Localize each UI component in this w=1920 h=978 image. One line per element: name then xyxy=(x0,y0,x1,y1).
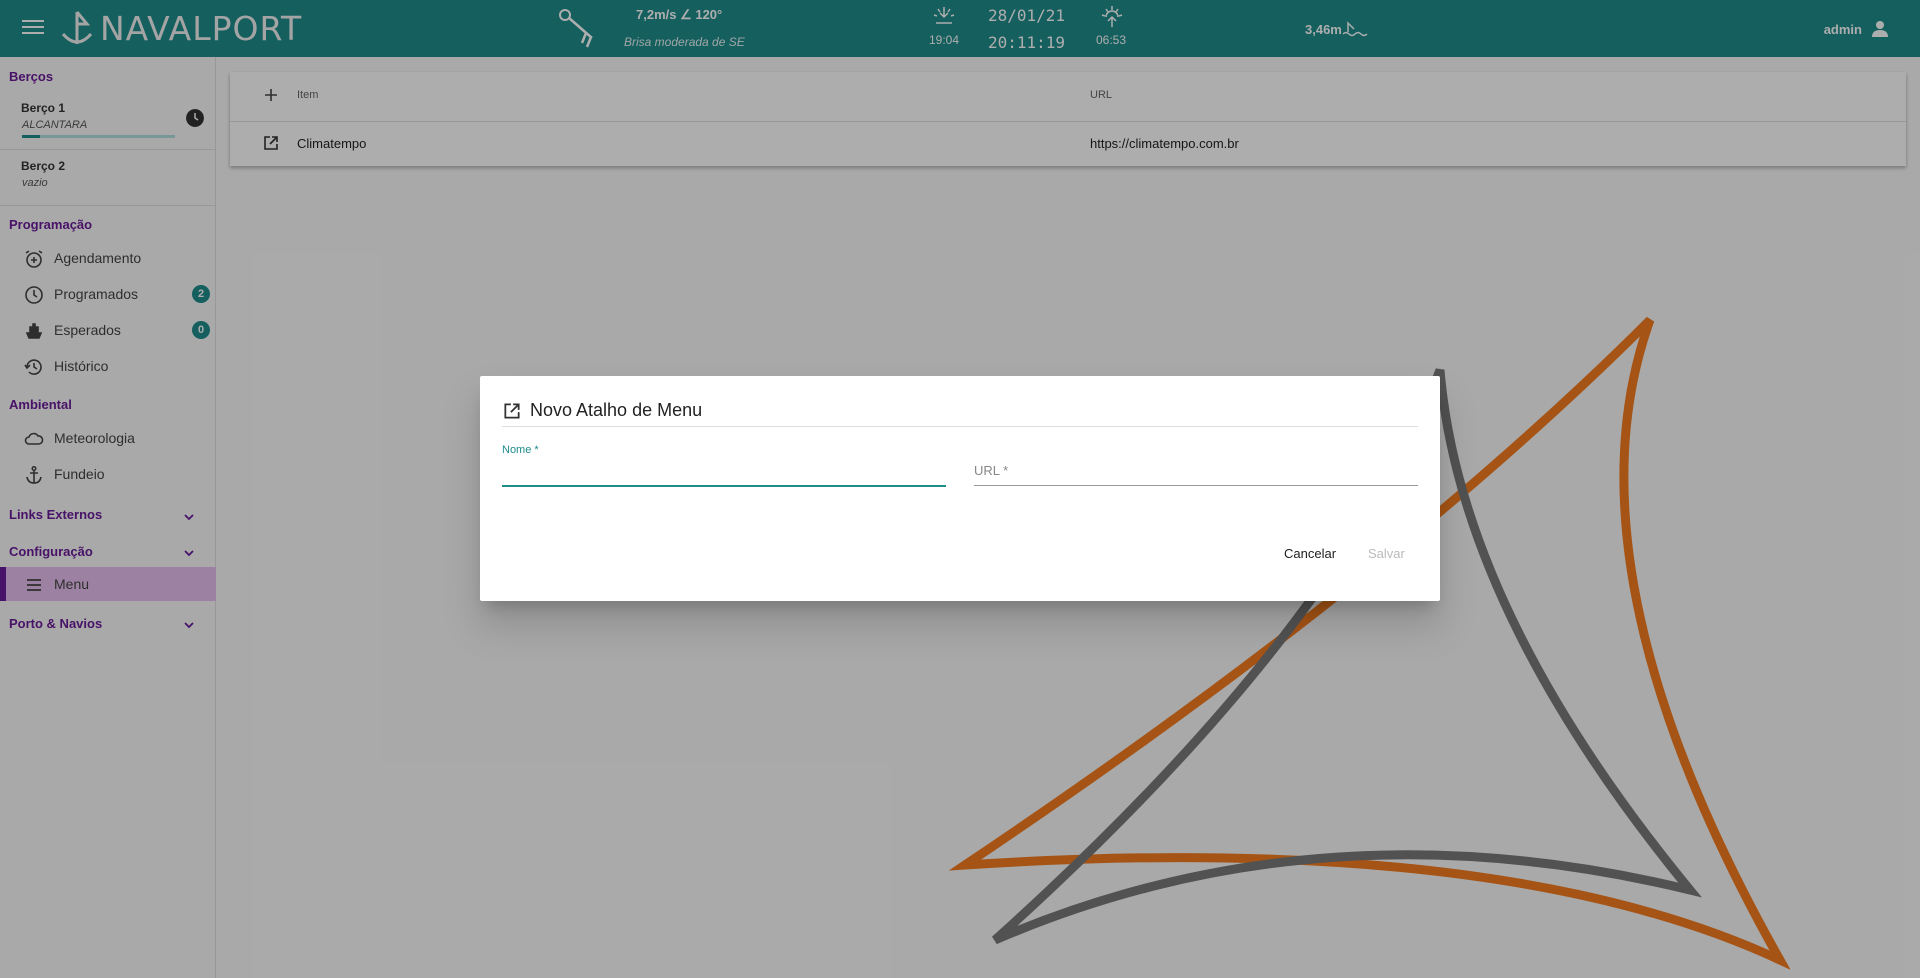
name-field-underline xyxy=(502,485,946,487)
save-button[interactable]: Salvar xyxy=(1368,546,1405,561)
dialog-title: Novo Atalho de Menu xyxy=(502,400,702,421)
url-field-underline xyxy=(974,485,1418,486)
cancel-button[interactable]: Cancelar xyxy=(1284,546,1336,561)
url-field-label: URL * xyxy=(974,463,1009,478)
new-menu-shortcut-dialog: Novo Atalho de Menu Nome * URL * Cancela… xyxy=(480,376,1440,601)
open-in-new-icon xyxy=(504,402,520,419)
dialog-title-text: Novo Atalho de Menu xyxy=(530,400,703,420)
name-field-label: Nome * xyxy=(502,444,539,456)
divider xyxy=(502,426,1418,427)
